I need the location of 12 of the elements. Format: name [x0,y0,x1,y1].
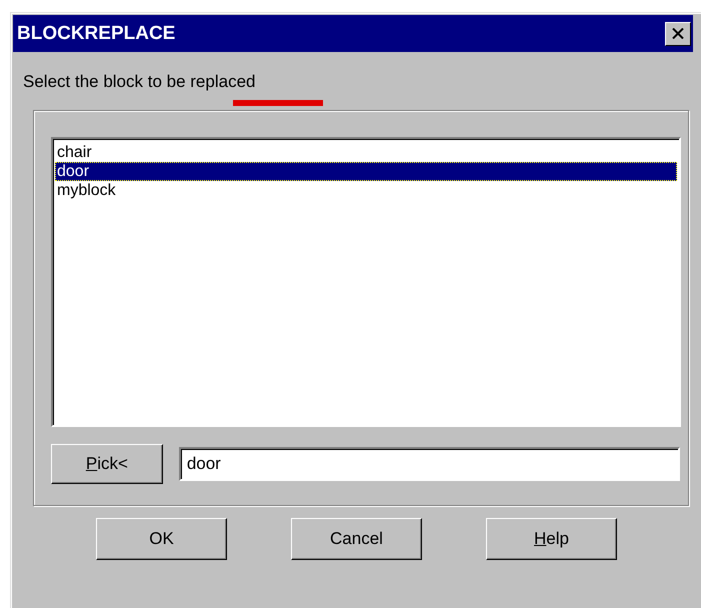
help-button[interactable]: Help [486,518,617,560]
pick-button[interactable]: Pick< [51,444,163,484]
list-item[interactable]: myblock [55,181,677,200]
window-title: BLOCKREPLACE [17,22,176,44]
close-button[interactable] [665,22,691,46]
list-item[interactable]: chair [55,143,677,162]
block-name-field[interactable]: door [178,447,680,481]
list-item[interactable]: door [55,162,677,181]
close-icon [672,28,684,39]
prompt-text: Select the block to be replaced [23,72,256,91]
cancel-button[interactable]: Cancel [291,518,422,560]
ok-button[interactable]: OK [96,518,227,560]
